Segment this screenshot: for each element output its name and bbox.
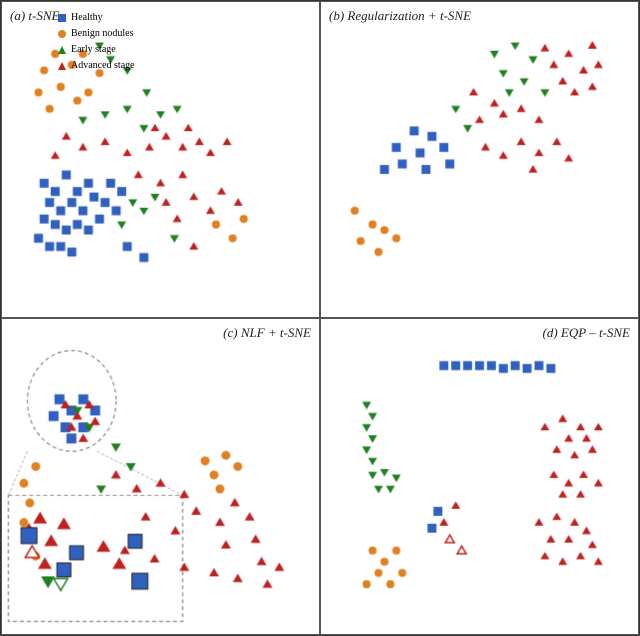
panel-d: (d) EQP – t-SNE	[320, 318, 639, 635]
panel-d-title: (d) EQP – t-SNE	[543, 325, 631, 341]
legend-healthy-label: Healthy	[71, 10, 103, 26]
panel-c-title: (c) NLF + t-SNE	[223, 325, 311, 341]
panel-c: (c) NLF + t-SNE	[1, 318, 320, 635]
panel-b: (b) Regularization + t-SNE	[320, 1, 639, 318]
legend-benign-label: Benign nodules	[71, 26, 134, 42]
legend-early-label: Early stage	[71, 42, 116, 58]
main-container: (a) t-SNE Healthy Benign nodules Early s…	[0, 0, 640, 636]
legend: Healthy Benign nodules Early stage Advan…	[57, 10, 135, 74]
legend-advanced-label: Advanced stage	[71, 58, 135, 74]
canvas-a	[2, 2, 319, 317]
benign-icon	[57, 29, 67, 39]
canvas-b	[321, 2, 638, 317]
panel-a: (a) t-SNE Healthy Benign nodules Early s…	[1, 1, 320, 318]
legend-advanced: Advanced stage	[57, 58, 135, 74]
legend-early: Early stage	[57, 42, 135, 58]
legend-healthy: Healthy	[57, 10, 135, 26]
advanced-icon	[57, 61, 67, 71]
legend-benign: Benign nodules	[57, 26, 135, 42]
canvas-d	[321, 319, 638, 634]
canvas-c	[2, 319, 319, 634]
early-icon	[57, 45, 67, 55]
panel-a-title: (a) t-SNE	[10, 8, 59, 24]
healthy-icon	[57, 13, 67, 23]
panel-b-title: (b) Regularization + t-SNE	[329, 8, 471, 24]
